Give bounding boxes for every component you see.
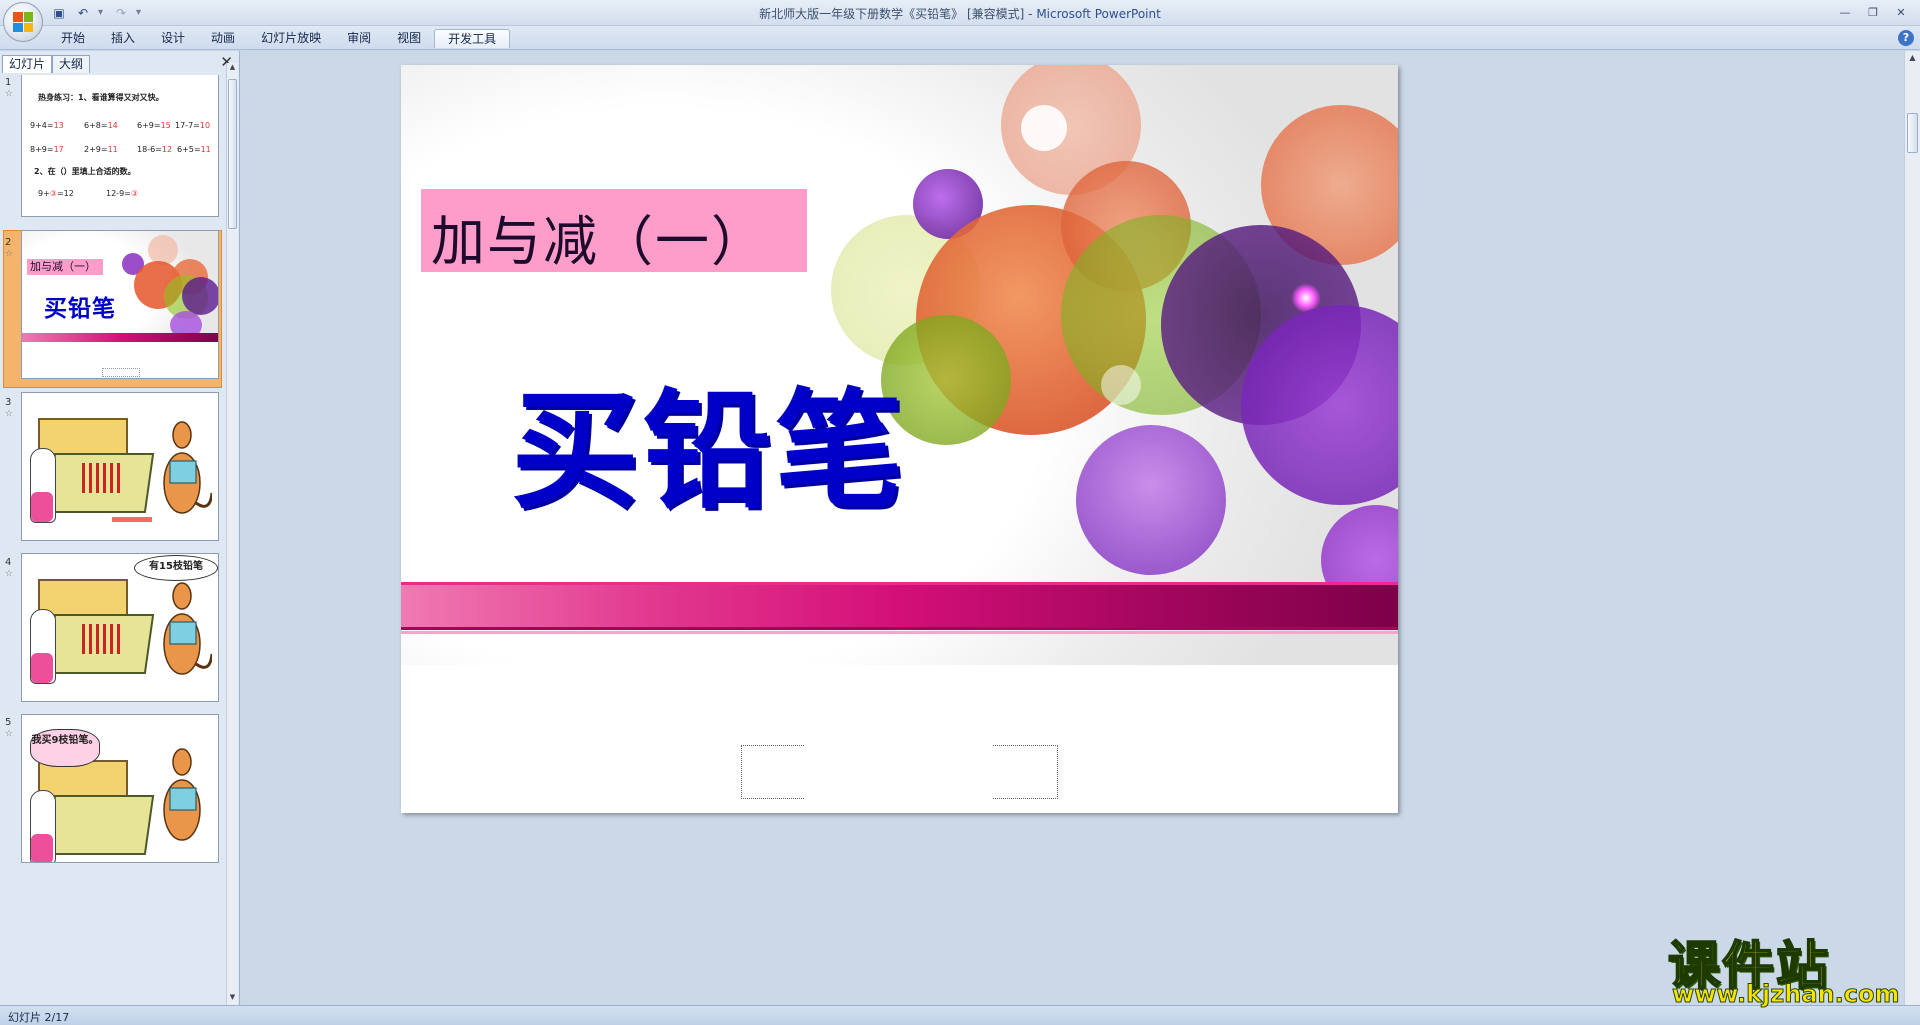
slide-thumbnail[interactable]: 有15枝铅笔 [21,553,219,702]
help-icon[interactable]: ? [1898,30,1914,46]
thumb-equation: 9+4=13 [30,121,64,130]
rabbit-illustration [30,448,56,523]
document-title: 新北师大版一年级下册数学《买铅笔》 [兼容模式] - [759,7,1037,21]
office-logo-icon [13,12,33,32]
slide-indicator: 幻灯片 2/17 [8,1011,70,1024]
window-title: 新北师大版一年级下册数学《买铅笔》 [兼容模式] - Microsoft Pow… [0,5,1920,22]
slide-subtitle[interactable]: 买铅笔 [511,347,907,532]
thumb-equation: 2+9=11 [84,145,118,154]
thumb-equation: 6+8=14 [84,121,118,130]
title-box[interactable]: 加与减（一） [421,189,807,273]
speech-bubble: 我买9枝铅笔。 [30,729,100,767]
tab-developer[interactable]: 开发工具 [434,29,511,48]
thumb-equation: 6+9=15 [137,121,171,130]
minimize-icon[interactable]: — [1832,3,1858,21]
tab-insert[interactable]: 插入 [98,29,148,48]
editor-scrollbar[interactable]: ▲ [1904,51,1920,1005]
scroll-up-icon[interactable]: ▲ [1907,53,1918,65]
decorative-circle [1076,425,1226,575]
thumb-heading: 热身练习：1、看谁算得又对又快。 [38,93,164,102]
thumb-equation: 9+③=12 [38,189,74,198]
slide-thumbnail[interactable] [21,392,219,541]
transition-icon: ☆ [5,249,14,259]
tab-home[interactable]: 开始 [48,29,98,48]
thumbnail-number: 4 [5,557,12,568]
transition-icon: ☆ [5,409,14,419]
kangaroo-illustration [163,421,212,514]
watermark: 课件站 www.kjzhan.com [1667,924,1908,1009]
empty-placeholder[interactable] [741,745,1058,799]
pencils-illustration [82,624,122,654]
tab-animations[interactable]: 动画 [198,29,248,48]
decorative-circle [1101,365,1141,405]
app-name: Microsoft PowerPoint [1036,7,1161,21]
thumb-equation: 6+5=11 [177,145,211,154]
pane-tab-outline[interactable]: 大纲 [52,55,91,73]
pane-scrollbar[interactable]: ▲ ▼ [226,63,238,1005]
slide-title: 加与减（一） [431,210,767,273]
window-controls: — ❐ ✕ [1832,3,1914,21]
slide-editor: 加与减（一） 买铅笔 [241,51,1904,1005]
close-icon[interactable]: ✕ [1888,3,1914,21]
scroll-down-icon[interactable]: ▼ [228,993,237,1005]
thumb-subtitle: 买铅笔 [44,296,116,322]
current-slide[interactable]: 加与减（一） 买铅笔 [401,65,1398,813]
rabbit-illustration [30,790,56,862]
slide-thumbnail[interactable]: 加与减（一） 买铅笔 [21,230,219,379]
desk-illustration [45,795,155,855]
restore-icon[interactable]: ❐ [1860,3,1886,21]
decorative-circle [1021,105,1067,151]
rabbit-illustration [30,609,56,684]
slide-thumbnail[interactable]: 我买9枝铅笔。 [21,714,219,863]
ribbon-tab-bar: 开始 插入 设计 动画 幻灯片放映 审阅 视图 开发工具 ? [0,26,1920,50]
slides-pane: 幻灯片 大纲 ✕ 1 ☆ 热身练习：1、看谁算得又对又快。 9+4=13 6+8… [0,51,240,1005]
status-bar: 幻灯片 2/17 [0,1005,1920,1025]
slide-thumbnail[interactable]: 热身练习：1、看谁算得又对又快。 9+4=13 6+8=14 6+9=15 17… [21,75,219,217]
transition-icon: ☆ [5,729,14,739]
thumb-equation: 8+9=17 [30,145,64,154]
thumbnail-number: 3 [5,397,12,408]
scroll-up-icon[interactable]: ▲ [228,63,237,75]
scroll-thumb[interactable] [228,79,237,229]
scroll-thumb[interactable] [1907,113,1918,153]
speech-bubble: 有15枝铅笔 [134,555,218,581]
tab-review[interactable]: 审阅 [334,29,384,48]
thumb-equation: 12-9=③ [106,189,139,198]
thumbnail-number: 2 [5,237,12,248]
tab-view[interactable]: 视图 [384,29,434,48]
title-bar: ▣ ↶ ▾ ↷ ▾ 新北师大版一年级下册数学《买铅笔》 [兼容模式] - Mic… [0,0,1920,42]
decorative-stripe [401,582,1398,630]
thumb-equation: 17-7=10 [175,121,211,130]
thumbnail-number: 1 [5,77,12,88]
transition-icon: ☆ [5,89,14,99]
office-button[interactable] [3,2,43,42]
kangaroo-illustration [163,582,212,675]
transition-icon: ☆ [5,569,14,579]
thumb-heading: 2、在（）里填上合适的数。 [34,167,136,176]
thumb-equation: 18-6=12 [137,145,173,154]
thumb-title: 加与减（一） [27,259,103,275]
tab-slide-show[interactable]: 幻灯片放映 [248,29,334,48]
decorative-stripe-light [401,631,1398,634]
thumbnail-number: 5 [5,717,12,728]
pencils-illustration [82,463,122,493]
kangaroo-illustration [163,748,201,841]
tab-design[interactable]: 设计 [148,29,198,48]
watermark-url: www.kjzhan.com [1671,980,1900,1009]
thumbnail-list: 1 ☆ 热身练习：1、看谁算得又对又快。 9+4=13 6+8=14 6+9=1… [0,75,226,1005]
pane-tab-slides[interactable]: 幻灯片 [2,55,53,73]
